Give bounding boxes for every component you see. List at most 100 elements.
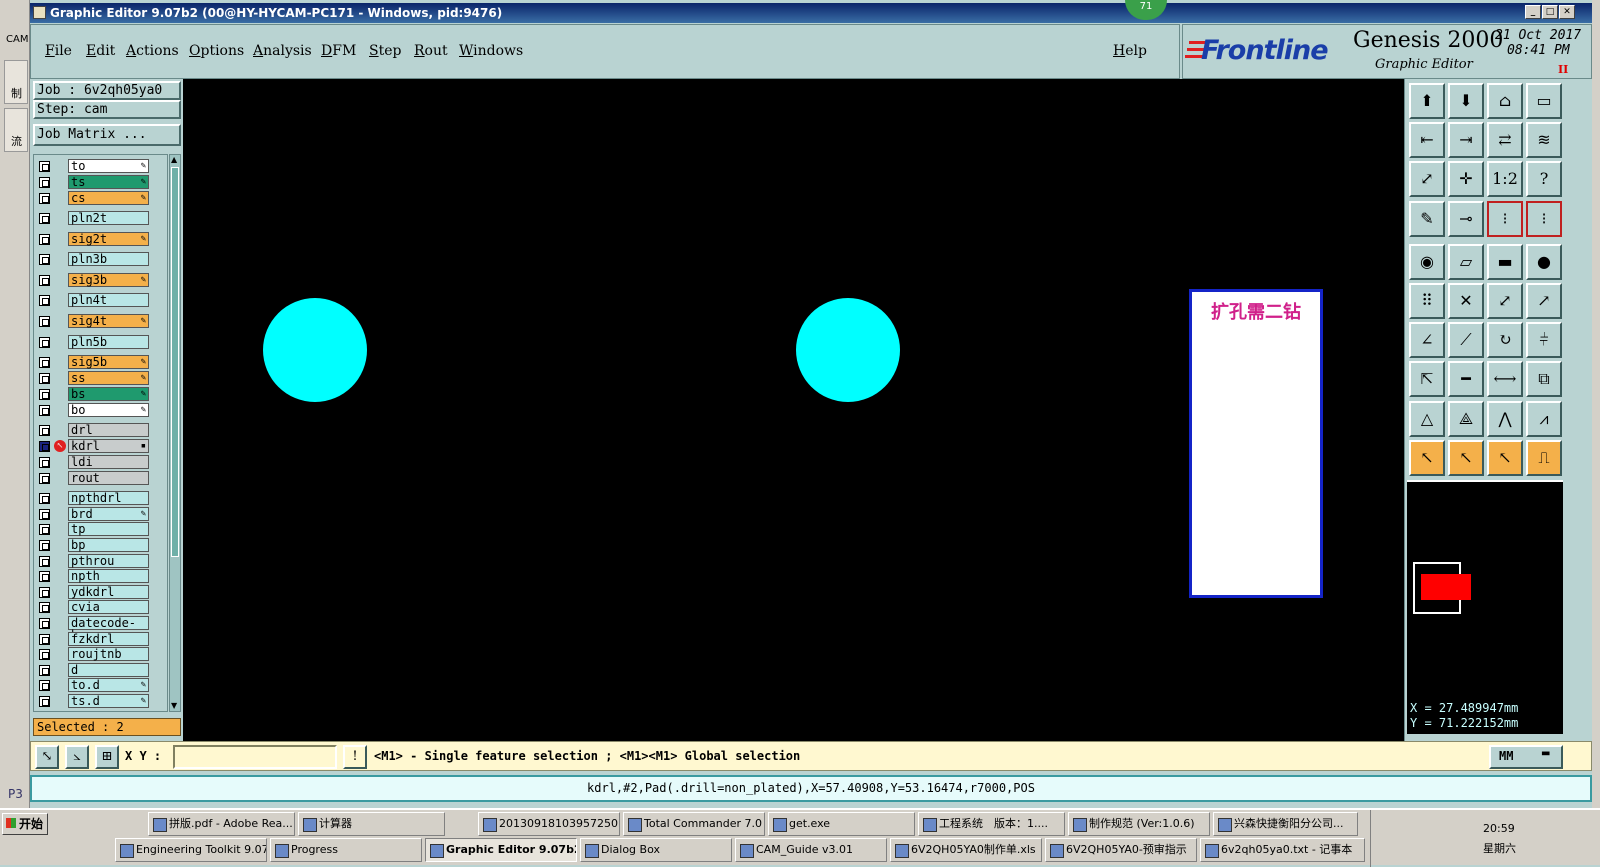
layer-row[interactable]: ss ✎ — [34, 371, 167, 386]
layer-checkbox[interactable] — [39, 295, 50, 307]
layer-row[interactable]: pln2t — [34, 211, 167, 225]
menu-help[interactable]: Help — [1113, 43, 1147, 59]
layer-name-tp[interactable]: tp — [68, 522, 149, 537]
taskbar-item[interactable]: CAM_Guide v3.01 — [735, 838, 887, 862]
layer-row[interactable]: pthrou — [34, 553, 167, 568]
layer-checkbox[interactable] — [39, 586, 50, 598]
edge-icon[interactable]: ∠ — [1409, 322, 1445, 359]
scroll-up-icon[interactable]: ▲ — [171, 155, 179, 165]
menu-file[interactable]: File — [45, 43, 72, 59]
layer-row[interactable]: pln5b — [34, 334, 167, 349]
ruler-icon[interactable]: ▬ — [1487, 243, 1523, 280]
taskbar-item[interactable]: 工程系统 版本：1.... — [918, 812, 1065, 836]
taskbar-item[interactable]: 6V2QH05YA0-预审指示 — [1045, 838, 1197, 862]
layer-name-pthrou[interactable]: pthrou — [68, 553, 149, 568]
layer-row[interactable]: sig3b ✎ — [34, 272, 167, 287]
layer-checkbox[interactable] — [39, 508, 50, 520]
layer-checkbox[interactable] — [39, 602, 50, 614]
layer-row[interactable]: npthdrl — [34, 491, 167, 506]
taskbar-item[interactable]: 20130918103957250.... — [478, 812, 620, 836]
side-item-2[interactable]: 流 — [4, 108, 28, 152]
alert-icon[interactable]: ! — [343, 745, 367, 769]
layer-row[interactable]: roujtnb — [34, 647, 167, 662]
layer-checkbox[interactable] — [39, 389, 50, 401]
add-pad-icon[interactable]: ◉ — [1409, 243, 1445, 280]
slash-icon[interactable]: ⟋ — [1448, 322, 1484, 359]
layer-row[interactable]: sig2t ✎ — [34, 231, 167, 246]
snapshot-icon[interactable]: ▭ — [1526, 83, 1562, 119]
layer-name-npthdrl[interactable]: npthdrl — [68, 491, 149, 506]
layer-name-pln3b[interactable]: pln3b — [68, 252, 149, 267]
taskbar-item[interactable]: 计算器 — [298, 812, 445, 836]
layer-checkbox[interactable] — [39, 441, 50, 453]
menu-actions[interactable]: Actions — [126, 43, 179, 59]
layer-checkbox[interactable] — [39, 633, 50, 645]
layer-row[interactable]: brd ✎ — [34, 506, 167, 521]
layer-row[interactable]: npth — [34, 569, 167, 584]
select3-icon[interactable]: ↖ — [1487, 439, 1523, 476]
start-button[interactable]: 开始 — [2, 813, 48, 835]
layer-name-cs[interactable]: cs ✎ — [68, 191, 149, 205]
menu-edit[interactable]: Edit — [86, 43, 115, 59]
tools-icon[interactable]: ✎ — [1409, 200, 1445, 237]
layer-checkbox[interactable] — [39, 213, 50, 224]
layer-checkbox[interactable] — [39, 457, 50, 469]
home-icon[interactable]: ⌂ — [1487, 83, 1523, 119]
menu-options[interactable]: Options — [189, 43, 244, 59]
layer-checkbox[interactable] — [39, 555, 50, 567]
layer-checkbox[interactable] — [39, 571, 50, 583]
layer-checkbox[interactable] — [39, 161, 50, 172]
delete-icon[interactable]: ✕ — [1448, 283, 1484, 319]
layer-checkbox[interactable] — [39, 373, 50, 385]
menu-windows[interactable]: Windows — [459, 43, 523, 59]
layer-name-datecode-bo[interactable]: datecode-bo — [68, 616, 149, 641]
clock[interactable]: 20:59 — [1483, 822, 1515, 835]
layer-name-bs[interactable]: bs ✎ — [68, 387, 149, 402]
open-icon[interactable]: ⬆ — [1409, 83, 1445, 119]
layer-row[interactable]: ts.d ✎ — [34, 694, 167, 708]
layer-checkbox[interactable] — [39, 680, 50, 692]
arrow-icon[interactable]: ↗ — [1526, 283, 1562, 319]
layers-red-icon[interactable]: ⁝ — [1487, 200, 1523, 237]
layer-checkbox[interactable] — [39, 233, 50, 245]
layer-name-pln5b[interactable]: pln5b — [68, 334, 149, 349]
layer-checkbox[interactable] — [39, 193, 50, 204]
layer-name-sig5b[interactable]: sig5b ✎ — [68, 355, 149, 370]
layer-name-ydkdrl[interactable]: ydkdrl — [68, 584, 149, 599]
tri-icon[interactable]: △ — [1409, 400, 1445, 437]
layer-row[interactable]: cs ✎ — [34, 191, 167, 205]
minimize-button[interactable]: _ — [1525, 5, 1541, 19]
layers-red2-icon[interactable]: ⁝ — [1526, 200, 1562, 237]
export-icon[interactable]: ⇥ — [1448, 122, 1484, 159]
layer-row[interactable]: pln3b — [34, 252, 167, 267]
zoom-window-icon[interactable]: ⤡ — [35, 745, 59, 769]
layer-name-to[interactable]: to ✎ — [68, 159, 149, 173]
mini-map[interactable] — [1407, 480, 1563, 696]
layer-row[interactable]: to ✎ — [34, 159, 167, 173]
route-icon[interactable]: ⎍ — [1526, 439, 1562, 476]
flow-icon[interactable]: ≋ — [1526, 122, 1562, 159]
layer-name-sig4t[interactable]: sig4t ✎ — [68, 314, 149, 328]
zoom-fit-icon[interactable]: ⤢ — [1409, 161, 1445, 198]
graphics-canvas[interactable]: 扩孔需二钻 — [183, 79, 1404, 741]
layer-name-brd[interactable]: brd ✎ — [68, 506, 149, 521]
layer-checkbox[interactable] — [39, 649, 50, 661]
taskbar-item[interactable]: Dialog Box — [580, 838, 732, 862]
taskbar-item[interactable]: Progress — [270, 838, 422, 862]
tri4-icon[interactable]: ⩘ — [1526, 400, 1562, 437]
scale-icon[interactable]: 1:2 — [1487, 161, 1523, 198]
select-dot-icon[interactable]: ● — [1526, 243, 1562, 280]
layer-name-sig2t[interactable]: sig2t ✎ — [68, 231, 149, 246]
drill-pad-right[interactable] — [796, 298, 900, 402]
layer-name-ts.d[interactable]: ts.d ✎ — [68, 694, 149, 708]
side-item-1[interactable]: 制 — [4, 60, 28, 104]
move-icon[interactable]: ⇱ — [1409, 361, 1445, 398]
layer-row[interactable]: sig4t ✎ — [34, 314, 167, 328]
layer-name-rout[interactable]: rout — [68, 471, 149, 486]
layer-name-bo[interactable]: bo ✎ — [68, 403, 149, 418]
help-icon[interactable]: ? — [1526, 161, 1562, 198]
layer-name-sig3b[interactable]: sig3b ✎ — [68, 272, 149, 287]
layer-row[interactable]: bp — [34, 538, 167, 552]
taskbar-item[interactable]: 拼版.pdf - Adobe Rea... — [148, 812, 295, 836]
menu-step[interactable]: Step — [369, 43, 401, 59]
